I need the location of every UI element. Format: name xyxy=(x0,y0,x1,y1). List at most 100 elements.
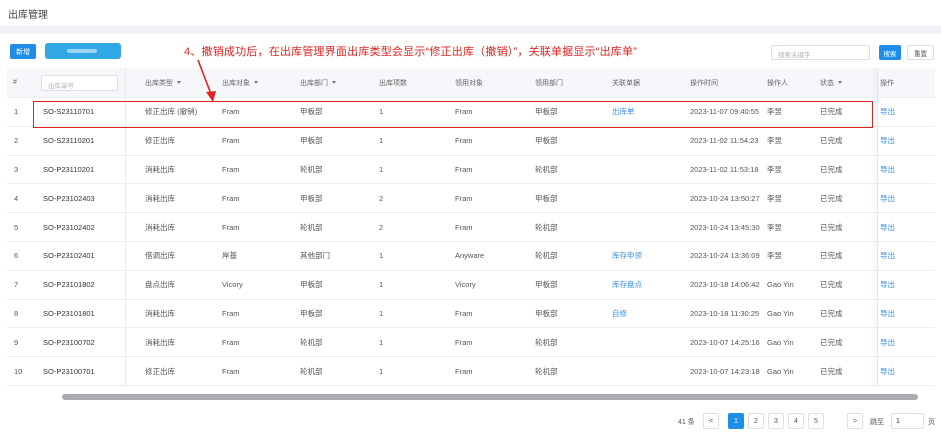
column-divider xyxy=(125,357,126,385)
redacted-button[interactable] xyxy=(45,43,121,59)
title-divider xyxy=(0,26,941,34)
cell-index: 6 xyxy=(14,251,19,261)
cell-status: 已完成 xyxy=(820,136,843,146)
export-link[interactable]: 导出 xyxy=(880,127,895,155)
new-button[interactable]: 新增 xyxy=(10,44,36,59)
cell-time: 2023-10-07 14:23:18 xyxy=(690,366,760,376)
cell-time: 2023-10-18 11:30:25 xyxy=(690,308,760,318)
header-object[interactable]: 出库对象 xyxy=(222,68,258,97)
cell-related[interactable]: 库存盘点 xyxy=(612,271,642,299)
prev-page-button[interactable]: < xyxy=(703,413,719,429)
page-button[interactable]: 2 xyxy=(748,413,764,429)
fixed-column-shadow xyxy=(877,357,878,385)
table-row: 8 SO-P23101801 消耗出库 Fram 甲板部 1 Fram 甲板部 自修 2023-1… xyxy=(7,299,935,329)
cell-time: 2023-11-02 11:53:18 xyxy=(690,164,759,174)
cell-type: 修正出库 xyxy=(145,136,175,146)
export-link[interactable]: 导出 xyxy=(880,184,895,212)
chevron-down-icon xyxy=(254,81,258,84)
next-page-button[interactable]: > xyxy=(847,413,863,429)
fixed-column-shadow xyxy=(877,270,878,299)
column-divider xyxy=(125,270,126,299)
goto-unit: 页 xyxy=(928,419,935,426)
export-link[interactable]: 导出 xyxy=(880,213,895,241)
header-index: # xyxy=(13,79,17,86)
page-button[interactable]: 1 xyxy=(728,413,744,429)
fixed-column-shadow xyxy=(877,98,878,126)
cell-items: 1 xyxy=(379,136,384,146)
header-type[interactable]: 出库类型 xyxy=(145,68,181,97)
chevron-down-icon xyxy=(838,81,842,84)
cell-type: 消耗出库 xyxy=(145,222,175,232)
fixed-column-shadow xyxy=(877,213,878,241)
cell-items: 2 xyxy=(379,193,384,203)
cell-object: Fram xyxy=(222,308,240,318)
export-link[interactable]: 导出 xyxy=(880,357,895,385)
fixed-column-shadow xyxy=(877,184,878,213)
column-divider xyxy=(125,328,126,357)
header-recv-obj: 领用对象 xyxy=(455,79,483,87)
reset-button[interactable]: 重置 xyxy=(907,45,934,60)
header-time: 操作时间 xyxy=(690,79,718,87)
cell-order-no: SO-P23102401 xyxy=(43,251,95,261)
cell-object: 岸基 xyxy=(222,251,237,261)
page-button[interactable]: 4 xyxy=(788,413,804,429)
cell-operator: 李昱 xyxy=(767,251,782,261)
search-button[interactable]: 搜索 xyxy=(879,45,901,60)
export-link[interactable]: 导出 xyxy=(880,156,895,184)
export-link[interactable]: 导出 xyxy=(880,98,895,126)
chevron-down-icon xyxy=(177,81,181,84)
column-divider xyxy=(125,68,126,97)
cell-type: 消耗出库 xyxy=(145,164,175,174)
cell-operator: Gao Yin xyxy=(767,308,794,318)
cell-status: 已完成 xyxy=(820,366,843,376)
cell-type: 消耗出库 xyxy=(145,193,175,203)
header-status[interactable]: 状态 xyxy=(820,68,842,97)
annotation-highlight-box xyxy=(33,101,873,128)
goto-page-input[interactable]: 1 xyxy=(891,413,924,429)
page-button[interactable]: 3 xyxy=(768,413,784,429)
cell-time: 2023-10-24 13:50:27 xyxy=(690,193,760,203)
cell-recv-dept: 轮机部 xyxy=(535,164,558,174)
horizontal-scrollbar[interactable] xyxy=(62,394,918,400)
cell-index: 4 xyxy=(14,193,19,203)
page-button[interactable]: 5 xyxy=(808,413,824,429)
cell-type: 修正出库 xyxy=(145,366,175,376)
cell-operator: Gao Yin xyxy=(767,280,794,290)
cell-object: Vicory xyxy=(222,280,243,290)
cell-operator: 李昱 xyxy=(767,164,782,174)
export-link[interactable]: 导出 xyxy=(880,328,895,356)
fixed-column-shadow xyxy=(877,328,878,357)
header-related: 关联单据 xyxy=(612,79,640,87)
pagination-total: 41 条 xyxy=(678,419,695,426)
cell-status: 已完成 xyxy=(820,222,843,232)
cell-related[interactable]: 自修 xyxy=(612,300,627,328)
table-row: 6 SO-P23102401 借调出库 岸基 其他部门 1 Anyware 轮机部 库存申领 20… xyxy=(7,241,935,271)
cell-recv-dept: 轮机部 xyxy=(535,251,558,261)
cell-type: 借调出库 xyxy=(145,251,175,261)
cell-status: 已完成 xyxy=(820,164,843,174)
cell-index: 5 xyxy=(14,222,19,232)
order-no-filter-input[interactable]: 出库单号 xyxy=(41,75,118,91)
cell-operator: 李昱 xyxy=(767,136,782,146)
header-object-label: 出库对象 xyxy=(222,79,250,87)
chevron-down-icon xyxy=(332,81,336,84)
scrollbar-thumb[interactable] xyxy=(62,394,918,400)
table-row: 4 SO-P23102403 消耗出库 Fram 甲板部 2 Fram 甲板部 2023-10-… xyxy=(7,184,935,214)
table-body: 1 SO-S23110701 修正出库 (撤销) Fram 甲板部 1 Fram 甲板部 出库单… xyxy=(7,98,935,386)
export-link[interactable]: 导出 xyxy=(880,300,895,328)
cell-recv-obj: Fram xyxy=(455,337,473,347)
cell-index: 3 xyxy=(14,164,19,174)
cell-recv-obj: Fram xyxy=(455,222,473,232)
table-row: 5 SO-P23102402 消耗出库 Fram 轮机部 2 Fram 轮机部 2023-10-… xyxy=(7,213,935,242)
header-operator: 操作人 xyxy=(767,79,788,87)
cell-items: 1 xyxy=(379,251,384,261)
cell-related[interactable]: 库存申领 xyxy=(612,242,642,270)
search-input[interactable]: 搜索关键字 xyxy=(771,45,870,60)
export-link[interactable]: 导出 xyxy=(880,271,895,299)
cell-recv-obj: Fram xyxy=(455,308,473,318)
header-action: 操作 xyxy=(880,79,894,87)
cell-object: Fram xyxy=(222,337,240,347)
header-dept[interactable]: 出库部门 xyxy=(300,68,336,97)
export-link[interactable]: 导出 xyxy=(880,242,895,270)
cell-index: 10 xyxy=(14,366,23,376)
